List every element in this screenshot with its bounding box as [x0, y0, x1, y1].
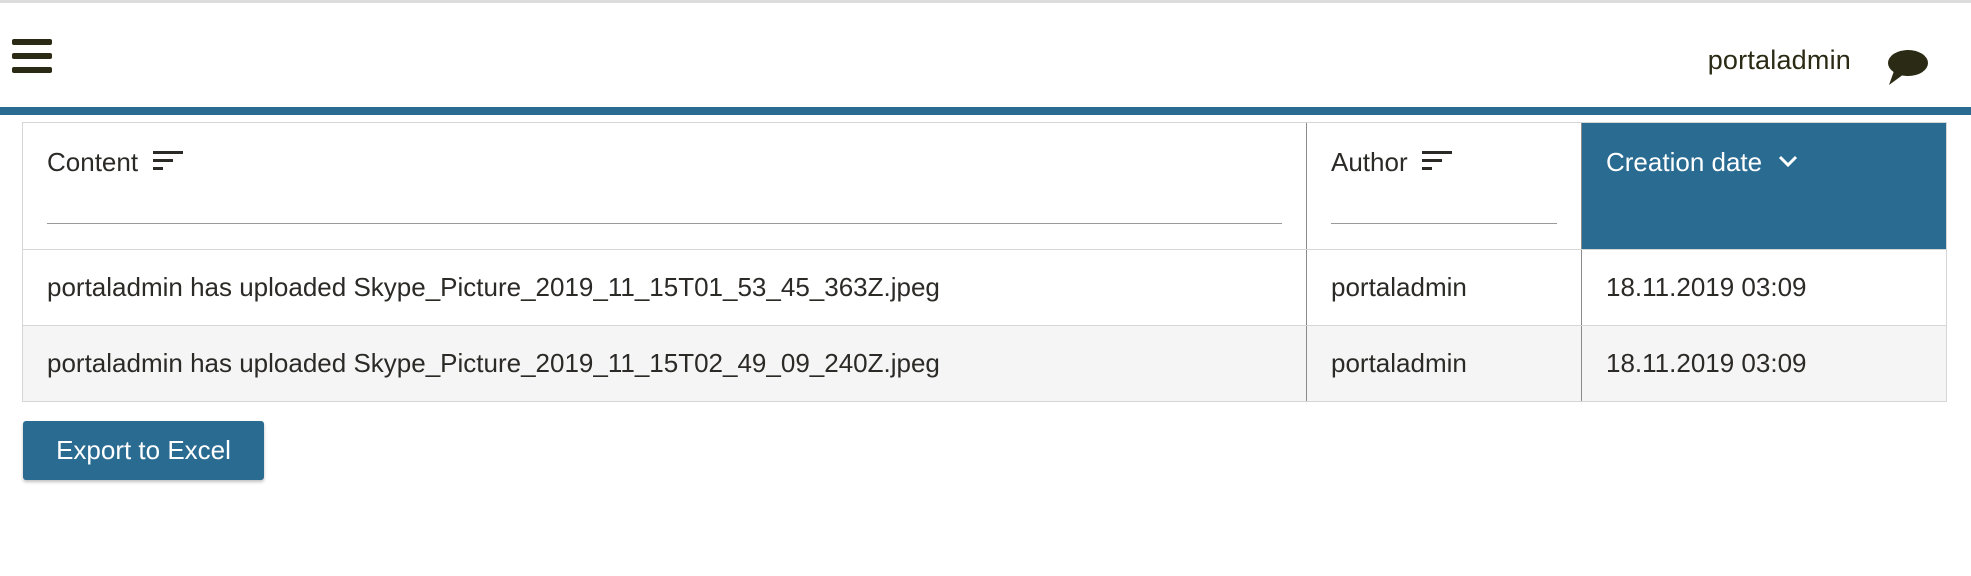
cell-author: portaladmin — [1307, 326, 1582, 401]
column-label: Author — [1331, 147, 1408, 177]
column-label: Creation date — [1606, 147, 1763, 177]
filter-input[interactable] — [1331, 223, 1557, 224]
user-name[interactable]: portaladmin — [1708, 45, 1851, 76]
cell-creation-date: 18.11.2019 03:09 — [1606, 348, 1807, 378]
table-row[interactable]: portaladmin has uploaded Skype_Picture_2… — [23, 325, 1946, 401]
column-header-author[interactable]: Author — [1307, 123, 1582, 249]
header-accent-bar — [0, 107, 1971, 115]
hamburger-menu-icon[interactable] — [10, 35, 56, 77]
column-header-creation-date[interactable]: Creation date — [1582, 123, 1946, 249]
cell-author: portaladmin — [1307, 250, 1582, 325]
sort-icon[interactable] — [152, 150, 185, 177]
table-row[interactable]: portaladmin has uploaded Skype_Picture_2… — [23, 249, 1946, 325]
export-to-excel-button[interactable]: Export to Excel — [23, 421, 264, 480]
app-header: portaladmin — [0, 3, 1971, 107]
column-label: Content — [47, 147, 139, 177]
chevron-down-icon[interactable] — [1777, 152, 1799, 175]
filter-input[interactable] — [47, 223, 1282, 224]
table-header-row: Content Author Creation date — [23, 123, 1946, 249]
speech-bubble-icon[interactable] — [1884, 47, 1930, 89]
cell-content: portaladmin has uploaded Skype_Picture_2… — [23, 250, 1307, 325]
cell-creation-date: 18.11.2019 03:09 — [1606, 272, 1807, 302]
cell-content: portaladmin has uploaded Skype_Picture_2… — [23, 326, 1307, 401]
column-header-content[interactable]: Content — [23, 123, 1307, 249]
activity-table: Content Author Creation date portaladmin… — [22, 122, 1947, 402]
sort-icon[interactable] — [1422, 150, 1454, 177]
